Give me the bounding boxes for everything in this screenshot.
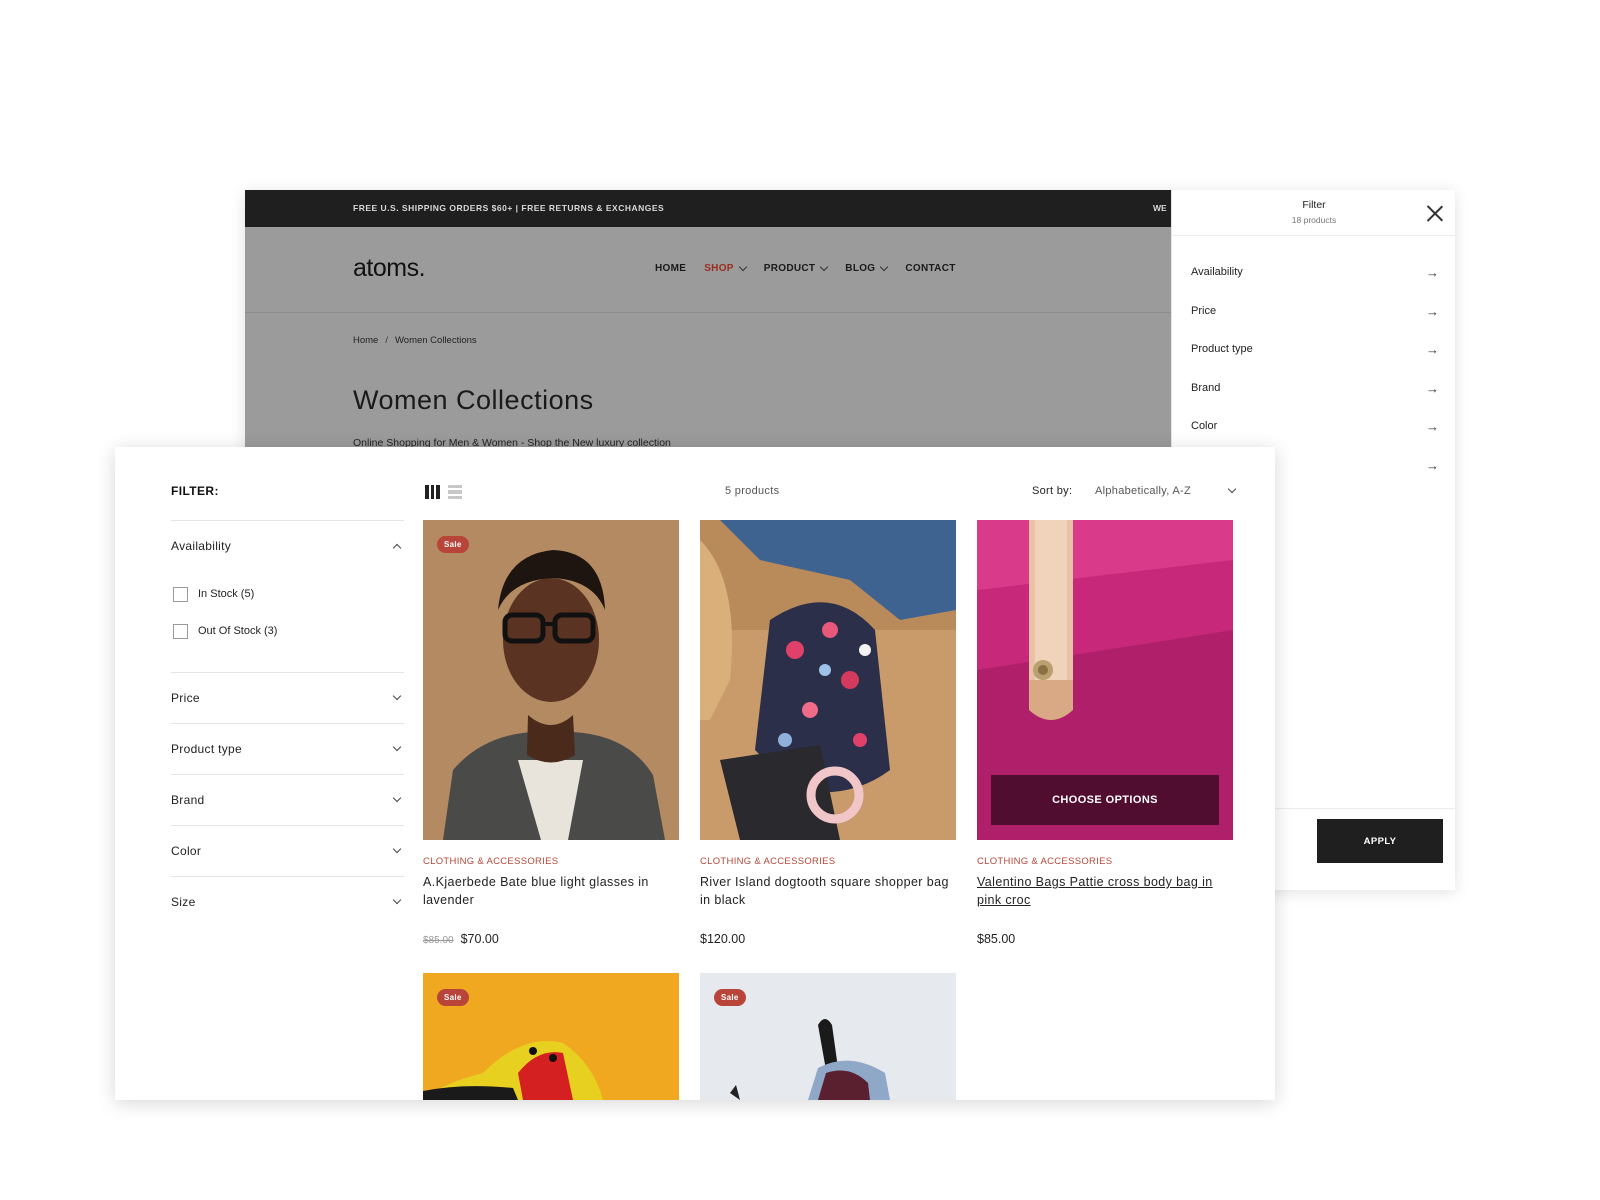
- header-divider: [245, 312, 1171, 313]
- price-row: $85.00: [977, 932, 1015, 946]
- drawer-title: Filter: [1302, 199, 1326, 211]
- divider: [171, 723, 404, 724]
- drawer-item-product-type[interactable]: Product type →: [1172, 331, 1455, 369]
- filter-group-brand[interactable]: Brand: [171, 785, 404, 815]
- product-price: $70.00: [460, 932, 499, 946]
- chevron-down-icon: [820, 262, 829, 272]
- drawer-item-price[interactable]: Price →: [1172, 293, 1455, 331]
- arrow-right-icon: →: [1426, 342, 1439, 357]
- chevron-down-icon: [738, 262, 747, 272]
- sale-badge: Sale: [437, 989, 469, 1006]
- divider: [171, 520, 404, 521]
- arrow-right-icon: →: [1426, 458, 1439, 473]
- price-row: $120.00: [700, 932, 745, 946]
- product-image[interactable]: Sale: [700, 973, 956, 1100]
- product-category[interactable]: CLOTHING & ACCESSORIES: [423, 856, 558, 867]
- filter-option-out-of-stock[interactable]: Out Of Stock (3): [173, 621, 277, 641]
- choose-options-button[interactable]: CHOOSE OPTIONS: [991, 775, 1219, 825]
- nav-home[interactable]: HOME: [655, 263, 686, 274]
- drawer-product-count: 18 products: [1291, 215, 1337, 225]
- divider: [171, 672, 404, 673]
- breadcrumb-home[interactable]: Home: [353, 335, 378, 346]
- filter-group-availability[interactable]: Availability: [171, 531, 404, 561]
- chevron-down-icon: [392, 793, 402, 803]
- sort-label: Sort by:: [1032, 485, 1073, 497]
- chevron-down-icon: [880, 262, 889, 272]
- product-name[interactable]: Valentino Bags Pattie cross body bag in …: [977, 873, 1233, 909]
- breadcrumb-separator: /: [385, 335, 388, 346]
- apply-button[interactable]: APPLY: [1317, 819, 1443, 863]
- product-card[interactable]: Sale: [700, 973, 956, 1100]
- product-card[interactable]: CLOTHING & ACCESSORIES River Island dogt…: [700, 520, 956, 960]
- sale-badge: Sale: [437, 536, 469, 553]
- checkbox[interactable]: [173, 623, 188, 639]
- product-image[interactable]: Sale: [423, 973, 679, 1100]
- chevron-down-icon: [392, 895, 402, 905]
- nav-shop[interactable]: SHOP: [704, 262, 747, 274]
- divider: [171, 876, 404, 877]
- chevron-down-icon: [392, 844, 402, 854]
- product-card[interactable]: CHOOSE OPTIONS CLOTHING & ACCESSORIES Va…: [977, 520, 1233, 960]
- product-image[interactable]: Sale: [423, 520, 679, 840]
- drawer-item-availability[interactable]: Availability →: [1172, 254, 1455, 292]
- product-name[interactable]: River Island dogtooth square shopper bag…: [700, 873, 956, 909]
- chevron-down-icon[interactable]: [1227, 484, 1237, 494]
- nav-product[interactable]: PRODUCT: [764, 262, 829, 274]
- nav-contact[interactable]: CONTACT: [905, 263, 955, 274]
- breadcrumb-current: Women Collections: [394, 335, 477, 346]
- drawer-header: Filter 18 products: [1172, 190, 1455, 236]
- collection-window: FILTER: Availability In Stock (5) Out Of…: [115, 447, 1275, 1100]
- grid-view-icon[interactable]: [425, 485, 441, 499]
- product-price: $120.00: [700, 932, 746, 946]
- product-card[interactable]: Sale CLOTHING & ACCESSORIES A.Kjaerbede …: [423, 520, 679, 960]
- filter-title: FILTER:: [171, 484, 219, 498]
- product-category[interactable]: CLOTHING & ACCESSORIES: [977, 856, 1112, 867]
- filter-group-price[interactable]: Price: [171, 683, 404, 713]
- drawer-item-brand[interactable]: Brand →: [1172, 370, 1455, 408]
- chevron-down-icon: [392, 691, 402, 701]
- product-price: $85.00: [977, 932, 1016, 946]
- store-logo[interactable]: atoms.: [353, 254, 426, 283]
- close-icon[interactable]: [1426, 204, 1444, 222]
- chevron-up-icon: [392, 543, 402, 553]
- view-switcher: [425, 485, 462, 499]
- arrow-right-icon: →: [1426, 381, 1439, 396]
- product-card[interactable]: Sale: [423, 973, 679, 1100]
- product-name[interactable]: A.Kjaerbede Bate blue light glasses in l…: [423, 873, 679, 909]
- product-image[interactable]: [700, 520, 956, 840]
- filter-group-color[interactable]: Color: [171, 836, 404, 866]
- product-category[interactable]: CLOTHING & ACCESSORIES: [700, 856, 835, 867]
- breadcrumb: Home / Women Collections: [353, 335, 477, 346]
- drawer-item-color[interactable]: Color →: [1172, 408, 1455, 446]
- compare-at-price: $85.00: [423, 935, 454, 946]
- product-image[interactable]: CHOOSE OPTIONS: [977, 520, 1233, 840]
- divider: [171, 825, 404, 826]
- filter-group-product-type[interactable]: Product type: [171, 734, 404, 764]
- sale-badge: Sale: [714, 989, 746, 1006]
- page-title: Women Collections: [353, 385, 594, 415]
- chevron-down-icon: [392, 742, 402, 752]
- arrow-right-icon: →: [1426, 419, 1439, 434]
- price-row: $85.00 $70.00: [423, 932, 499, 946]
- filter-option-in-stock[interactable]: In Stock (5): [173, 584, 254, 604]
- sort-select[interactable]: Alphabetically, A-Z: [1095, 485, 1191, 497]
- announcement-text: FREE U.S. SHIPPING ORDERS $60+ | FREE RE…: [353, 203, 665, 213]
- nav-blog[interactable]: BLOG: [845, 262, 889, 274]
- list-view-icon[interactable]: [448, 485, 462, 499]
- arrow-right-icon: →: [1426, 265, 1439, 280]
- product-count: 5 products: [725, 485, 780, 497]
- checkbox[interactable]: [173, 586, 188, 602]
- main-nav: HOME SHOP PRODUCT BLOG CONTACT: [655, 262, 956, 274]
- arrow-right-icon: →: [1426, 304, 1439, 319]
- filter-group-size[interactable]: Size: [171, 887, 404, 917]
- announcement-text-fragment: WE: [1153, 203, 1167, 213]
- divider: [171, 774, 404, 775]
